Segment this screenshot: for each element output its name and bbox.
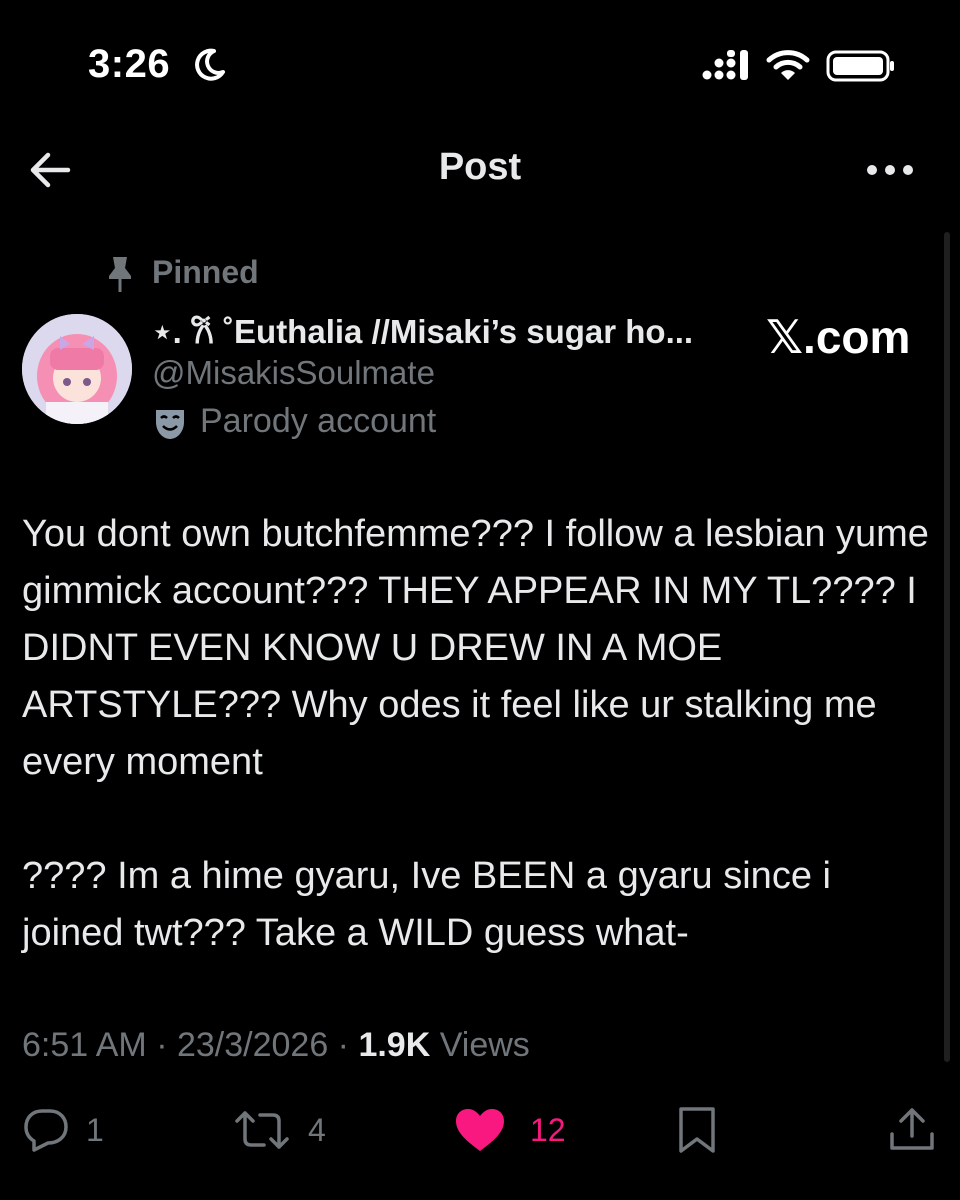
repost-count: 4: [308, 1111, 326, 1148]
heart-icon: [456, 1109, 504, 1151]
bookmark-button[interactable]: [676, 1104, 718, 1156]
meta-separator: ·: [328, 1026, 359, 1064]
pinned-label: Pinned: [152, 254, 259, 290]
avatar-illustration: [22, 314, 132, 424]
parody-mask-icon: [156, 410, 184, 439]
repost-button[interactable]: 4: [232, 1104, 326, 1156]
x-com-watermark: 𝕏.com: [766, 311, 911, 363]
battery-icon: [826, 50, 894, 82]
post-date[interactable]: 23/3/2026: [177, 1026, 328, 1064]
status-time: 3:26: [88, 42, 171, 86]
cellular-signal-icon: [702, 50, 748, 80]
reply-count: 1: [86, 1111, 104, 1148]
views-count: 1.9K: [358, 1026, 431, 1064]
author-display-name[interactable]: ⋆. 𐙚 ˚Euthalia //Misaki’s sugar ho...: [152, 308, 693, 353]
author-handle[interactable]: @MisakisSoulmate: [152, 354, 435, 392]
post-paragraph: ???? Im a hime gyaru, Ive BEEN a gyaru s…: [22, 855, 831, 954]
bookmark-icon: [679, 1107, 715, 1153]
like-button[interactable]: 12: [454, 1104, 566, 1156]
scrollbar[interactable]: [944, 232, 950, 1062]
meta-separator: ·: [146, 1026, 177, 1064]
page-title: Post: [438, 146, 522, 188]
more-options-icon[interactable]: [864, 152, 916, 188]
post-text: You dont own butchfemme??? I follow a le…: [22, 506, 942, 962]
parody-account-label: Parody account: [200, 402, 437, 440]
post-time[interactable]: 6:51 AM: [22, 1026, 147, 1064]
reply-icon: [24, 1109, 68, 1152]
reply-button[interactable]: 1: [22, 1104, 104, 1156]
like-count: 12: [530, 1111, 566, 1148]
avatar[interactable]: [22, 314, 132, 424]
wifi-icon: [766, 50, 810, 80]
share-button[interactable]: [888, 1104, 936, 1156]
moon-icon: [195, 48, 225, 81]
pin-icon: [109, 257, 131, 292]
post-paragraph: You dont own butchfemme??? I follow a le…: [22, 513, 929, 783]
post-meta: 6:51 AM · 23/3/2026 · 1.9K Views: [22, 1026, 530, 1065]
repost-icon: [235, 1111, 289, 1149]
share-icon: [890, 1108, 934, 1150]
views-label: Views: [430, 1026, 530, 1064]
